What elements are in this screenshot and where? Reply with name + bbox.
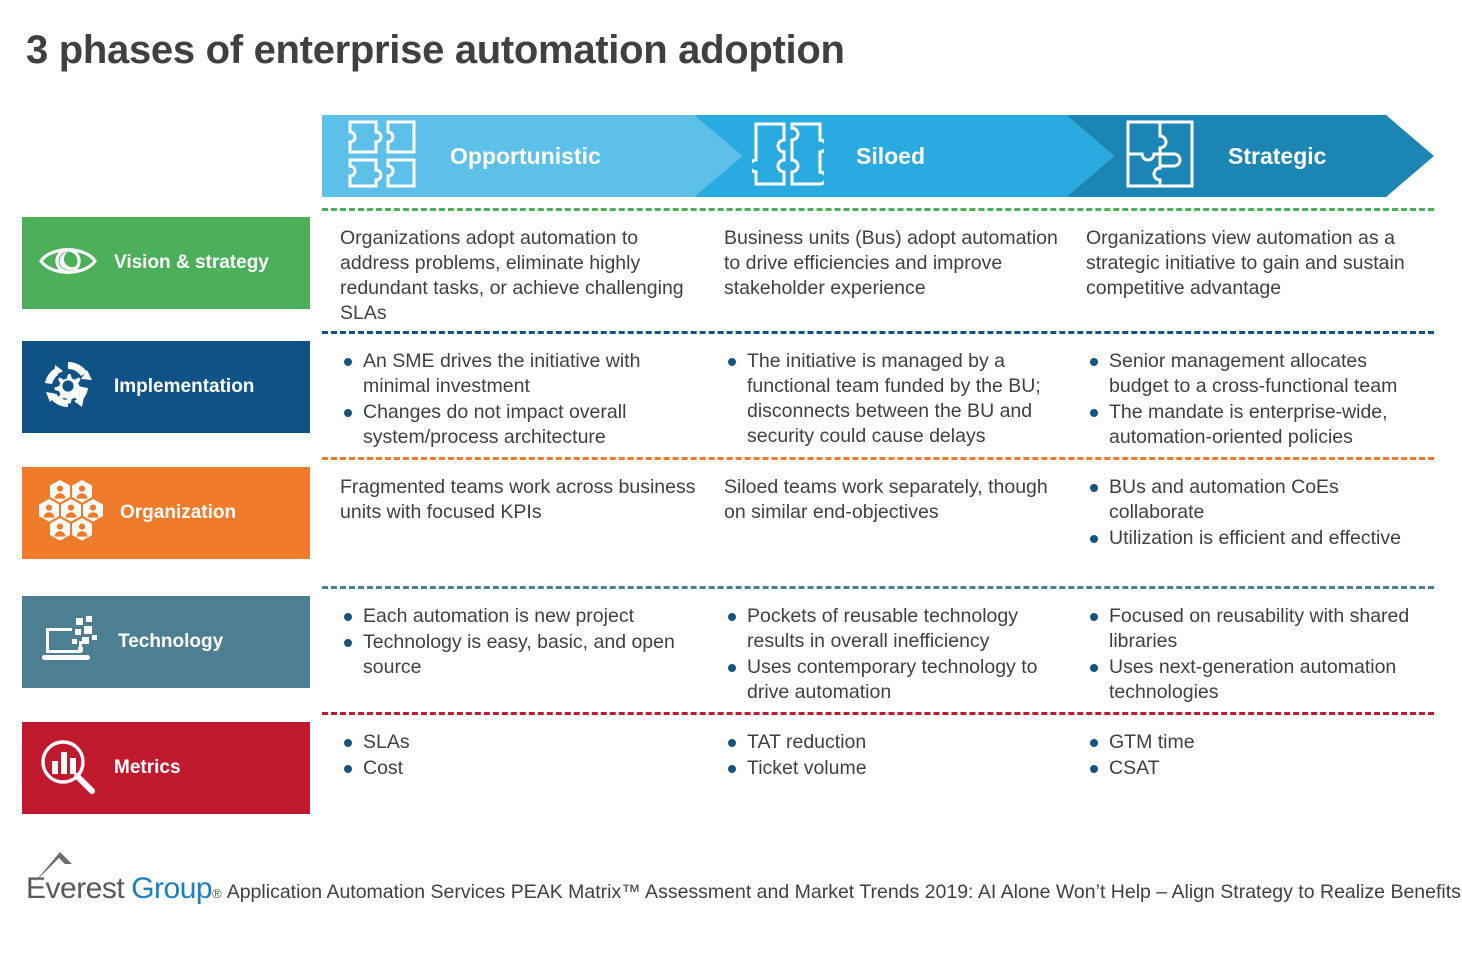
row-cells: Each automation is new project Technolog… bbox=[322, 604, 1434, 706]
row-category-vision-strategy[interactable]: Vision & strategy bbox=[22, 217, 310, 309]
bullet-list: GTM time CSAT bbox=[1086, 730, 1416, 781]
row-category-technology[interactable]: Technology bbox=[22, 596, 310, 688]
row-cells: An SME drives the initiative with minima… bbox=[322, 349, 1434, 451]
cell-metrics-strategic: GTM time CSAT bbox=[1078, 730, 1434, 782]
bullet-list: Senior management allocates budget to a … bbox=[1086, 349, 1416, 450]
phase-label: Opportunistic bbox=[450, 142, 601, 169]
bullet-list: SLAs Cost bbox=[340, 730, 698, 781]
list-item: The mandate is enterprise-wide, automati… bbox=[1086, 400, 1416, 450]
cell-implementation-strategic: Senior management allocates budget to a … bbox=[1078, 349, 1434, 451]
cell-text: Organizations view automation as a strat… bbox=[1086, 227, 1405, 299]
bullet-list: BUs and automation CoEs collaborate Util… bbox=[1086, 475, 1416, 551]
row-cells: Organizations adopt automation to addres… bbox=[322, 226, 1434, 326]
row-category-label: Metrics bbox=[114, 757, 181, 779]
row-category-label: Technology bbox=[118, 631, 224, 653]
everest-group-logo: Everest Group ® bbox=[26, 852, 222, 906]
gear-cycle-icon bbox=[38, 356, 98, 419]
cell-vision-siloed: Business units (Bus) adopt automation to… bbox=[716, 226, 1078, 326]
cell-text: Business units (Bus) adopt automation to… bbox=[724, 227, 1058, 299]
cell-technology-strategic: Focused on reusability with shared libra… bbox=[1078, 604, 1434, 706]
list-item: Focused on reusability with shared libra… bbox=[1086, 604, 1416, 654]
list-item: BUs and automation CoEs collaborate bbox=[1086, 475, 1416, 525]
row-separator bbox=[322, 457, 1434, 460]
row-category-label: Organization bbox=[120, 502, 237, 524]
puzzle-two-piece-split-icon bbox=[748, 118, 828, 195]
phase-segment-opportunistic[interactable]: Opportunistic bbox=[322, 115, 742, 197]
row-category-label: Vision & strategy bbox=[114, 252, 269, 274]
row-cells: SLAs Cost TAT reduction Ticket volume GT… bbox=[322, 730, 1434, 782]
row-separator bbox=[322, 712, 1434, 715]
row-separator bbox=[322, 586, 1434, 589]
bullet-list: Focused on reusability with shared libra… bbox=[1086, 604, 1416, 705]
list-item: Uses next-generation automation technolo… bbox=[1086, 655, 1416, 705]
cell-vision-strategic: Organizations view automation as a strat… bbox=[1078, 226, 1434, 326]
row-category-implementation[interactable]: Implementation bbox=[22, 341, 310, 433]
list-item: Utilization is efficient and effective bbox=[1086, 526, 1416, 551]
list-item: Uses contemporary technology to drive au… bbox=[724, 655, 1060, 705]
list-item: SLAs bbox=[340, 730, 698, 755]
row-category-label: Implementation bbox=[114, 376, 255, 398]
row-category-organization[interactable]: Organization bbox=[22, 467, 310, 559]
list-item: Senior management allocates budget to a … bbox=[1086, 349, 1416, 399]
phase-segment-siloed[interactable]: Siloed bbox=[694, 115, 1114, 197]
phase-segment-strategic[interactable]: Strategic bbox=[1066, 115, 1434, 197]
bullet-list: The initiative is managed by a functiona… bbox=[724, 349, 1060, 449]
list-item: Technology is easy, basic, and open sour… bbox=[340, 630, 698, 680]
cell-implementation-siloed: The initiative is managed by a functiona… bbox=[716, 349, 1078, 451]
list-item: Ticket volume bbox=[724, 756, 1060, 781]
cell-organization-siloed: Siloed teams work separately, though on … bbox=[716, 475, 1078, 552]
cell-text: Siloed teams work separately, though on … bbox=[724, 476, 1048, 523]
row-separator bbox=[322, 208, 1434, 211]
list-item: The initiative is managed by a functiona… bbox=[724, 349, 1060, 449]
cell-text: Organizations adopt automation to addres… bbox=[340, 227, 684, 324]
footer: Everest Group ® Application Automation S… bbox=[26, 852, 1461, 906]
logo-group-text: Group bbox=[131, 872, 213, 905]
cell-metrics-siloed: TAT reduction Ticket volume bbox=[716, 730, 1078, 782]
mountain-peak-icon bbox=[32, 850, 104, 889]
hexagon-people-icon bbox=[38, 479, 104, 547]
list-item: CSAT bbox=[1086, 756, 1416, 781]
puzzle-four-piece-joined-icon bbox=[1124, 118, 1196, 195]
row-separator bbox=[322, 331, 1434, 334]
phase-label: Siloed bbox=[856, 142, 926, 169]
phase-label: Strategic bbox=[1228, 142, 1327, 169]
list-item: TAT reduction bbox=[724, 730, 1060, 755]
cell-vision-opportunistic: Organizations adopt automation to addres… bbox=[322, 226, 716, 326]
phase-arrow-band: Opportunistic Siloed Strategic bbox=[322, 115, 1434, 197]
page-title: 3 phases of enterprise automation adopti… bbox=[26, 28, 845, 72]
laptop-pixels-icon bbox=[38, 614, 102, 671]
footer-caption: Application Automation Services PEAK Mat… bbox=[226, 881, 1461, 903]
list-item: Cost bbox=[340, 756, 698, 781]
cell-metrics-opportunistic: SLAs Cost bbox=[322, 730, 716, 782]
cell-text: Fragmented teams work across business un… bbox=[340, 476, 696, 523]
cell-implementation-opportunistic: An SME drives the initiative with minima… bbox=[322, 349, 716, 451]
cell-organization-strategic: BUs and automation CoEs collaborate Util… bbox=[1078, 475, 1434, 552]
bullet-list: Each automation is new project Technolog… bbox=[340, 604, 698, 680]
row-cells: Fragmented teams work across business un… bbox=[322, 475, 1434, 552]
list-item: Changes do not impact overall system/pro… bbox=[340, 400, 698, 450]
list-item: GTM time bbox=[1086, 730, 1416, 755]
eye-icon bbox=[38, 239, 98, 288]
cell-technology-siloed: Pockets of reusable technology results i… bbox=[716, 604, 1078, 706]
cell-organization-opportunistic: Fragmented teams work across business un… bbox=[322, 475, 716, 552]
list-item: Pockets of reusable technology results i… bbox=[724, 604, 1060, 654]
bullet-list: Pockets of reusable technology results i… bbox=[724, 604, 1060, 705]
puzzle-four-piece-icon bbox=[346, 118, 418, 195]
list-item: An SME drives the initiative with minima… bbox=[340, 349, 698, 399]
list-item: Each automation is new project bbox=[340, 604, 698, 629]
bullet-list: TAT reduction Ticket volume bbox=[724, 730, 1060, 781]
registered-mark-icon: ® bbox=[212, 886, 222, 901]
magnifier-bar-chart-icon bbox=[38, 737, 98, 800]
cell-technology-opportunistic: Each automation is new project Technolog… bbox=[322, 604, 716, 706]
bullet-list: An SME drives the initiative with minima… bbox=[340, 349, 698, 450]
row-category-metrics[interactable]: Metrics bbox=[22, 722, 310, 814]
